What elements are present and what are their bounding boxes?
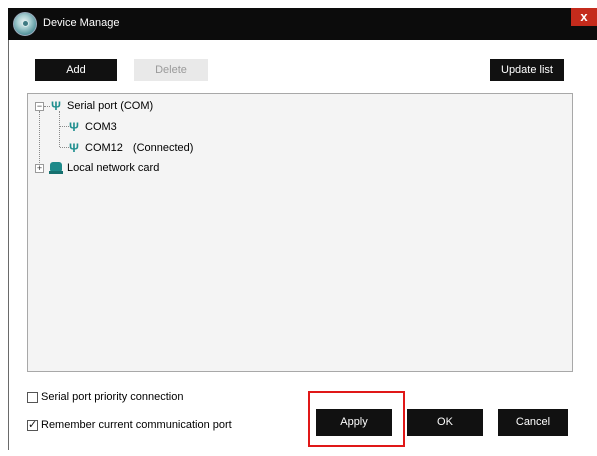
close-button[interactable]: x	[571, 8, 597, 26]
usb-icon: Ψ	[69, 120, 79, 134]
tree-node-label: Serial port (COM)	[67, 100, 154, 112]
tree-node-label: COM3	[85, 121, 117, 133]
usb-icon: Ψ	[69, 141, 79, 155]
priority-connection-option[interactable]: Serial port priority connection	[27, 391, 183, 403]
tree-node-com12[interactable]: Ψ COM12 (Connected)	[67, 140, 193, 156]
add-button[interactable]: Add	[35, 59, 117, 81]
window-title: Device Manage	[43, 17, 120, 29]
checkmark-icon: ✓	[28, 418, 38, 431]
tree-node-com3[interactable]: Ψ COM3	[67, 119, 117, 135]
expand-toggle[interactable]: +	[35, 164, 44, 173]
apply-button[interactable]: Apply	[316, 409, 392, 436]
app-icon	[13, 12, 37, 36]
device-tree[interactable]: − Ψ Serial port (COM) Ψ COM3 Ψ COM12 (Co…	[27, 93, 573, 372]
priority-connection-checkbox[interactable]	[27, 391, 38, 403]
remember-port-checkbox[interactable]: ✓	[27, 418, 38, 431]
window-border	[8, 40, 9, 450]
usb-icon: Ψ	[51, 99, 61, 113]
tree-node-serial-port[interactable]: Ψ Serial port (COM)	[49, 98, 153, 114]
collapse-toggle[interactable]: −	[35, 102, 44, 111]
tree-node-label: COM12	[85, 142, 123, 154]
connection-status: (Connected)	[132, 142, 194, 154]
cancel-button[interactable]: Cancel	[498, 409, 568, 436]
delete-button[interactable]: Delete	[134, 59, 208, 81]
tree-node-local-network-card[interactable]: Local network card	[49, 160, 159, 176]
update-list-button[interactable]: Update list	[490, 59, 564, 81]
ok-button[interactable]: OK	[407, 409, 483, 436]
title-bar: Device Manage x	[8, 8, 597, 40]
remember-port-option[interactable]: ✓ Remember current communication port	[27, 419, 232, 431]
remember-port-label: Remember current communication port	[41, 419, 232, 431]
network-card-icon	[49, 162, 63, 174]
priority-connection-label: Serial port priority connection	[41, 391, 184, 403]
tree-node-label: Local network card	[67, 162, 160, 174]
